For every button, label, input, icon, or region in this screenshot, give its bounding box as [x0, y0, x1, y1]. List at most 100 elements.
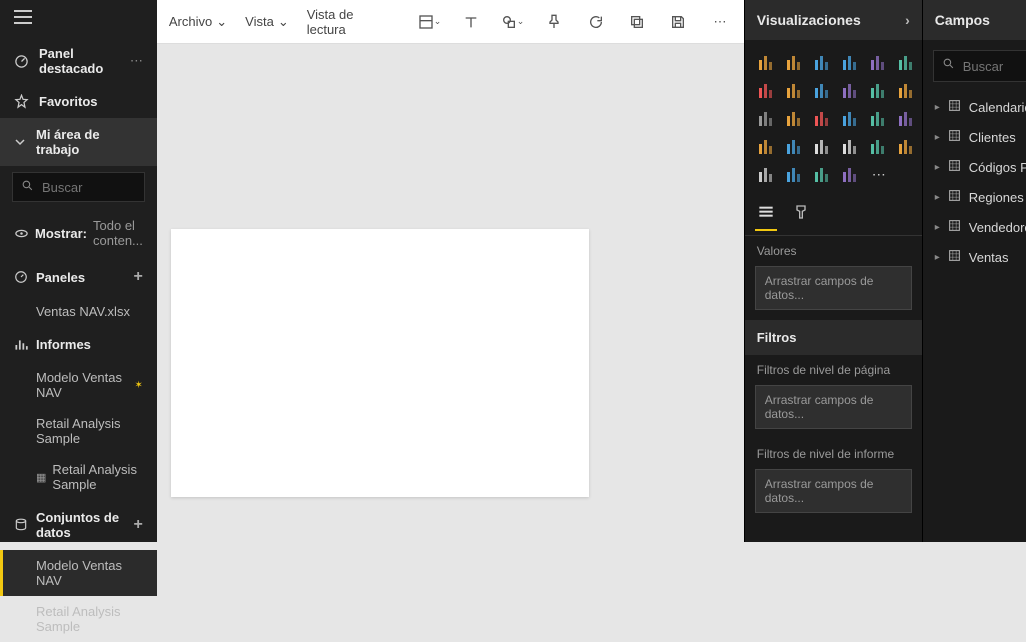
field-table-label: Calendario [969, 100, 1026, 115]
values-dropzone[interactable]: Arrastrar campos de datos... [755, 266, 912, 310]
format-tab[interactable] [791, 200, 811, 231]
more-button[interactable]: ⋯ [708, 8, 731, 36]
right-panels: Visualizaciones › ⋯ Valores Arrastrar ca… [744, 0, 1026, 542]
clustered-column-viz-icon[interactable] [839, 50, 863, 74]
report-filters-dropzone[interactable]: Arrastrar campos de datos... [755, 469, 912, 513]
ribbon-viz-icon[interactable] [895, 78, 919, 102]
matrix-viz-icon[interactable] [783, 162, 807, 186]
section-datasets[interactable]: Conjuntos de datos + [0, 500, 157, 550]
field-table-item[interactable]: ▸Regiones [923, 182, 1026, 212]
section-dashboards[interactable]: Paneles + [0, 258, 157, 296]
nav-featured[interactable]: Panel destacado ⋯ [0, 37, 157, 85]
fields-title: Campos [935, 12, 990, 28]
visualizations-panel: Visualizaciones › ⋯ Valores Arrastrar ca… [744, 0, 922, 542]
stacked-column-viz-icon[interactable] [783, 50, 807, 74]
add-dataset-button[interactable]: + [134, 516, 143, 534]
area-viz-icon[interactable] [783, 78, 807, 102]
line-clustered-viz-icon[interactable] [839, 78, 863, 102]
treemap-viz-icon[interactable] [839, 106, 863, 130]
nav-favorites[interactable]: Favoritos [0, 85, 157, 118]
ellipsis-icon[interactable]: ⋯ [130, 53, 143, 69]
table-icon [948, 99, 961, 115]
shapes-button[interactable]: ⌄ [501, 8, 525, 36]
field-table-item[interactable]: ▸Calendario [923, 92, 1026, 122]
section-dashboards-label: Paneles [36, 270, 85, 285]
add-dashboard-button[interactable]: + [134, 268, 143, 286]
fields-search-input[interactable] [963, 59, 1026, 74]
line-viz-icon[interactable] [755, 78, 779, 102]
report-item-label: Retail Analysis Sample [52, 462, 142, 492]
fields-tab[interactable] [755, 200, 777, 231]
dataset-item-label: Modelo Ventas NAV [36, 558, 143, 588]
show-value: Todo el conten... [93, 218, 143, 248]
fields-list: ▸Calendario▸Clientes▸Códigos Postales▸Re… [923, 92, 1026, 272]
explore-button[interactable]: ⌄ [418, 8, 442, 36]
nav-show-filter[interactable]: Mostrar: Todo el conten... [0, 208, 157, 258]
100-column-viz-icon[interactable] [895, 50, 919, 74]
field-table-label: Clientes [969, 130, 1016, 145]
map-viz-icon[interactable] [867, 106, 891, 130]
report-item[interactable]: Modelo Ventas NAV✶ [0, 362, 157, 408]
field-table-item[interactable]: ▸Clientes [923, 122, 1026, 152]
blank-viz-icon[interactable] [895, 162, 919, 186]
hamburger-button[interactable] [0, 0, 157, 37]
stacked-area-viz-icon[interactable] [811, 78, 835, 102]
chevron-down-icon [14, 136, 26, 148]
page-filters-label: Filtros de nivel de página [745, 355, 922, 385]
pin-button[interactable] [542, 8, 565, 36]
page-filters-dropzone[interactable]: Arrastrar campos de datos... [755, 385, 912, 429]
stacked-bar-viz-icon[interactable] [755, 50, 779, 74]
dataset-item-label: Retail Analysis Sample [36, 604, 143, 634]
workbook-icon: ▦ [36, 471, 46, 484]
menu-file[interactable]: Archivo⌄ [169, 14, 227, 30]
menu-view-label: Vista [245, 14, 274, 29]
card-viz-icon[interactable] [811, 134, 835, 158]
filters-header: Filtros [745, 320, 922, 355]
report-item[interactable]: Retail Analysis Sample [0, 408, 157, 454]
arcgis-viz-icon[interactable] [839, 162, 863, 186]
100-bar-viz-icon[interactable] [867, 50, 891, 74]
r-visual-viz-icon[interactable] [811, 162, 835, 186]
table-icon [948, 219, 961, 235]
field-table-item[interactable]: ▸Códigos Postales [923, 152, 1026, 182]
donut-viz-icon[interactable] [811, 106, 835, 130]
menu-reading-view[interactable]: Vista de lectura [307, 7, 382, 37]
dataset-item[interactable]: Retail Analysis Sample [0, 596, 157, 642]
table-viz-icon[interactable] [755, 162, 779, 186]
fields-search[interactable] [933, 50, 1026, 82]
gauge-viz-icon[interactable] [783, 134, 807, 158]
more-ellipsis-viz-icon[interactable]: ⋯ [867, 162, 891, 186]
field-table-label: Ventas [969, 250, 1009, 265]
scatter-viz-icon[interactable] [755, 106, 779, 130]
menu-view[interactable]: Vista⌄ [245, 14, 289, 30]
section-reports[interactable]: Informes [0, 327, 157, 362]
nav-search-input[interactable] [42, 180, 136, 195]
slicer-viz-icon[interactable] [895, 134, 919, 158]
field-table-item[interactable]: ▸Ventas [923, 242, 1026, 272]
dataset-item[interactable]: Modelo Ventas NAV [0, 550, 157, 596]
clustered-bar-viz-icon[interactable] [811, 50, 835, 74]
pie-viz-icon[interactable] [783, 106, 807, 130]
fields-header[interactable]: Campos › [923, 0, 1026, 40]
visualizations-header[interactable]: Visualizaciones › [745, 0, 922, 40]
show-label: Mostrar: [35, 226, 87, 241]
line-stacked-viz-icon[interactable] [867, 78, 891, 102]
nav-workspace-label: Mi área de trabajo [36, 127, 143, 157]
field-table-item[interactable]: ▸Vendedores [923, 212, 1026, 242]
multi-card-viz-icon[interactable] [839, 134, 863, 158]
textbox-button[interactable] [459, 8, 482, 36]
nav-search[interactable] [12, 172, 145, 202]
dashboard-item[interactable]: Ventas NAV.xlsx [0, 296, 157, 327]
duplicate-button[interactable] [625, 8, 648, 36]
datasets-icon [14, 518, 28, 532]
funnel-viz-icon[interactable] [755, 134, 779, 158]
filled-map-viz-icon[interactable] [895, 106, 919, 130]
save-button[interactable] [667, 8, 690, 36]
star-badge-icon: ✶ [134, 380, 142, 391]
refresh-button[interactable] [584, 8, 607, 36]
report-canvas[interactable] [171, 229, 589, 497]
report-item[interactable]: ▦ Retail Analysis Sample [0, 454, 157, 500]
nav-workspace[interactable]: Mi área de trabajo [0, 118, 157, 166]
kpi-viz-icon[interactable] [867, 134, 891, 158]
dashboard-item-label: Ventas NAV.xlsx [36, 304, 130, 319]
